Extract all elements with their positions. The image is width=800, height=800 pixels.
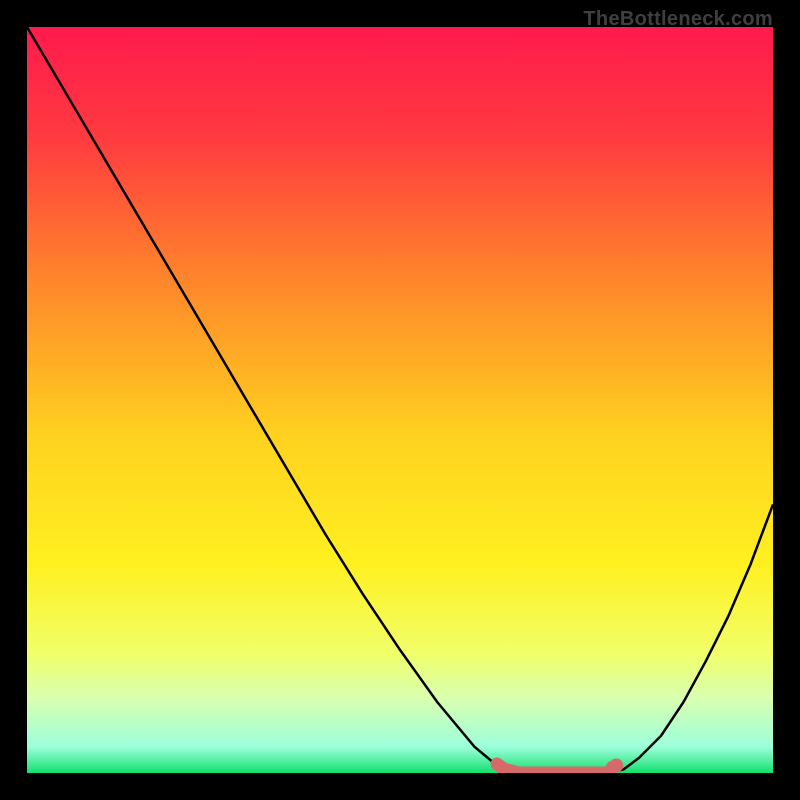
chart-frame: TheBottleneck.com — [0, 0, 800, 800]
end-dot — [609, 759, 623, 773]
plot-area — [27, 27, 773, 773]
gradient-background — [27, 27, 773, 773]
chart-svg — [27, 27, 773, 773]
